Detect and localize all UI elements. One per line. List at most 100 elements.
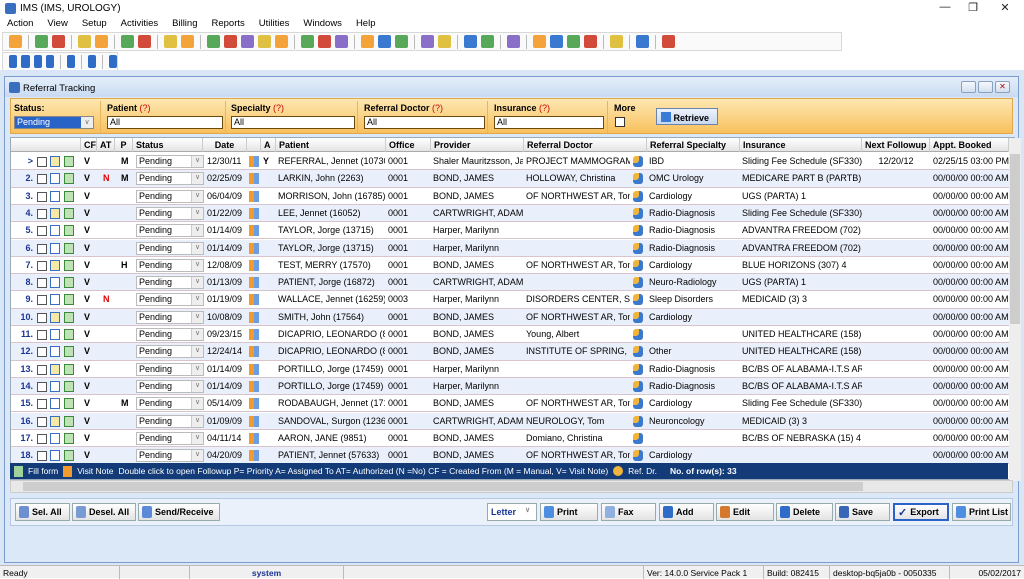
menu-help[interactable]: Help — [349, 16, 383, 31]
document-a-icon[interactable] — [335, 35, 348, 48]
status-select[interactable]: Pending ∨ — [136, 241, 204, 255]
table-row[interactable]: 6. V Pending ∨ 01/14/09 TAYLOR, Jorge (13715)… — [11, 239, 1009, 257]
header-patient[interactable]: Patient — [276, 138, 386, 152]
status-select[interactable]: Pending ∨ — [136, 345, 204, 359]
ref-dr-icon[interactable] — [633, 190, 643, 202]
horizontal-scrollbar[interactable] — [10, 480, 1013, 493]
status-select[interactable]: Pending ∨ — [136, 431, 204, 445]
note-icon[interactable] — [50, 207, 60, 219]
menu-reports[interactable]: Reports — [205, 16, 252, 31]
visit-note-icon[interactable] — [249, 415, 259, 427]
status-select[interactable]: Pending ∨ — [136, 258, 204, 272]
table-row[interactable]: 4. V Pending ∨ 01/22/09 LEE, Jennet (16052) 00… — [11, 204, 1009, 223]
window-restore-button[interactable] — [978, 81, 993, 93]
fill-form-icon[interactable] — [64, 415, 74, 427]
ref-dr-icon[interactable] — [633, 450, 643, 462]
status-select[interactable]: Pending ∨ — [136, 276, 204, 290]
visit-note-icon[interactable] — [249, 432, 259, 444]
fill-form-icon[interactable] — [64, 329, 74, 340]
maximize-button[interactable]: ❐ — [958, 1, 988, 15]
globe-x-icon[interactable] — [395, 35, 408, 48]
specialty-input[interactable]: All — [231, 116, 355, 129]
edit-button[interactable]: Edit — [716, 503, 774, 521]
table-row[interactable]: > V M Pending ∨ 12/30/11 Y REFERRAL, Jennet (10… — [11, 153, 1009, 171]
globe-icon[interactable] — [378, 35, 391, 48]
table-row[interactable]: 17. V Pending ∨ 04/11/14 AARON, JANE (9851) 00… — [11, 430, 1009, 448]
calculator-icon[interactable] — [584, 35, 597, 48]
fill-form-icon[interactable] — [64, 346, 74, 358]
table-row[interactable]: 5. V Pending ∨ 01/14/09 TAYLOR, Jorge (13715)… — [11, 222, 1009, 240]
ref-dr-icon[interactable] — [633, 432, 643, 444]
minimize-button[interactable]: — — [930, 1, 960, 15]
help-icon[interactable] — [87, 55, 97, 68]
status-select[interactable]: Pending ∨ — [136, 379, 204, 393]
note-icon[interactable] — [50, 380, 60, 392]
first-record-icon[interactable] — [9, 55, 18, 68]
note-icon[interactable] — [50, 173, 60, 185]
table-row[interactable]: 18. V Pending ∨ 04/20/09 PATIENT, Jennet (576… — [11, 447, 1009, 465]
ref-dr-icon[interactable] — [633, 259, 643, 271]
menu-billing[interactable]: Billing — [165, 16, 204, 31]
recall-icon[interactable] — [533, 35, 546, 48]
bar-chart-icon[interactable] — [464, 35, 477, 48]
row-checkbox[interactable] — [37, 381, 47, 392]
table-row[interactable]: 2. V N M Pending ∨ 02/25/09 LARKIN, John (2263)… — [11, 170, 1009, 188]
fill-form-icon[interactable] — [64, 156, 74, 167]
row-checkbox[interactable] — [37, 330, 47, 340]
refresh-icon[interactable] — [66, 55, 76, 68]
visit-note-icon[interactable] — [249, 207, 259, 219]
note-icon[interactable] — [50, 363, 60, 375]
row-checkbox[interactable] — [37, 243, 47, 254]
tools-icon[interactable] — [318, 35, 331, 48]
note-icon[interactable] — [50, 450, 60, 462]
status-select[interactable]: Pending ∨ — [136, 414, 204, 428]
add-button[interactable]: Add — [659, 503, 714, 521]
next-record-icon[interactable] — [33, 55, 42, 68]
note-icon[interactable] — [50, 259, 60, 271]
status-select[interactable]: Pending ∨ — [136, 189, 204, 203]
visit-note-icon[interactable] — [249, 311, 259, 323]
ref-dr-icon[interactable] — [633, 329, 643, 340]
note-icon[interactable] — [50, 225, 60, 237]
status-select[interactable]: Pending ∨ — [136, 397, 204, 411]
dollar-icon[interactable] — [207, 35, 220, 48]
window-icon[interactable] — [181, 35, 194, 48]
clipboard-icon[interactable] — [121, 35, 134, 48]
header-appt-booked[interactable]: Appt. Booked — [930, 138, 1009, 152]
ref-dr-icon[interactable] — [633, 173, 643, 185]
notes-icon[interactable] — [95, 35, 108, 48]
note-icon[interactable] — [50, 294, 60, 306]
note-icon[interactable] — [50, 415, 60, 427]
transfer-icon[interactable] — [550, 35, 563, 48]
note-icon[interactable] — [50, 156, 60, 167]
table-row[interactable]: 15. V M Pending ∨ 05/14/09 RODABAUGH, Jennet (… — [11, 395, 1009, 413]
fill-form-icon[interactable] — [64, 259, 74, 271]
fill-form-icon[interactable] — [64, 311, 74, 323]
billing-icon[interactable] — [258, 35, 271, 48]
header-referral-specialty[interactable]: Referral Specialty — [647, 138, 740, 152]
table-row[interactable]: 7. V H Pending ∨ 12/08/09 TEST, MERRY (17570) 0… — [11, 257, 1009, 275]
vertical-scrollbar[interactable] — [1009, 138, 1021, 481]
row-checkbox[interactable] — [37, 157, 47, 167]
header-p[interactable]: P — [115, 138, 133, 152]
retrieve-button[interactable]: Retrieve — [656, 108, 718, 125]
fill-form-icon[interactable] — [64, 363, 74, 375]
fill-form-icon[interactable] — [64, 277, 74, 289]
header-next-followup[interactable]: Next Followup — [862, 138, 930, 152]
row-checkbox[interactable] — [37, 295, 47, 306]
visit-note-icon[interactable] — [249, 450, 259, 462]
fill-form-icon[interactable] — [64, 380, 74, 392]
folder-icon[interactable] — [78, 35, 91, 48]
delete-button[interactable]: Delete — [776, 503, 833, 521]
doctor-edit-icon[interactable] — [52, 35, 65, 48]
visit-note-icon[interactable] — [249, 329, 259, 340]
note-icon[interactable] — [50, 311, 60, 323]
visit-note-icon[interactable] — [249, 277, 259, 289]
row-checkbox[interactable] — [37, 416, 47, 427]
fill-form-icon[interactable] — [64, 173, 74, 185]
status-select[interactable]: Pending ∨ — [136, 310, 204, 324]
status-select[interactable]: Pending ∨ — [136, 293, 204, 307]
ref-dr-icon[interactable] — [633, 363, 643, 375]
deselect-all-button[interactable]: Desel. All — [72, 503, 136, 521]
paper-size-select[interactable]: Letter ∨ — [487, 503, 537, 521]
